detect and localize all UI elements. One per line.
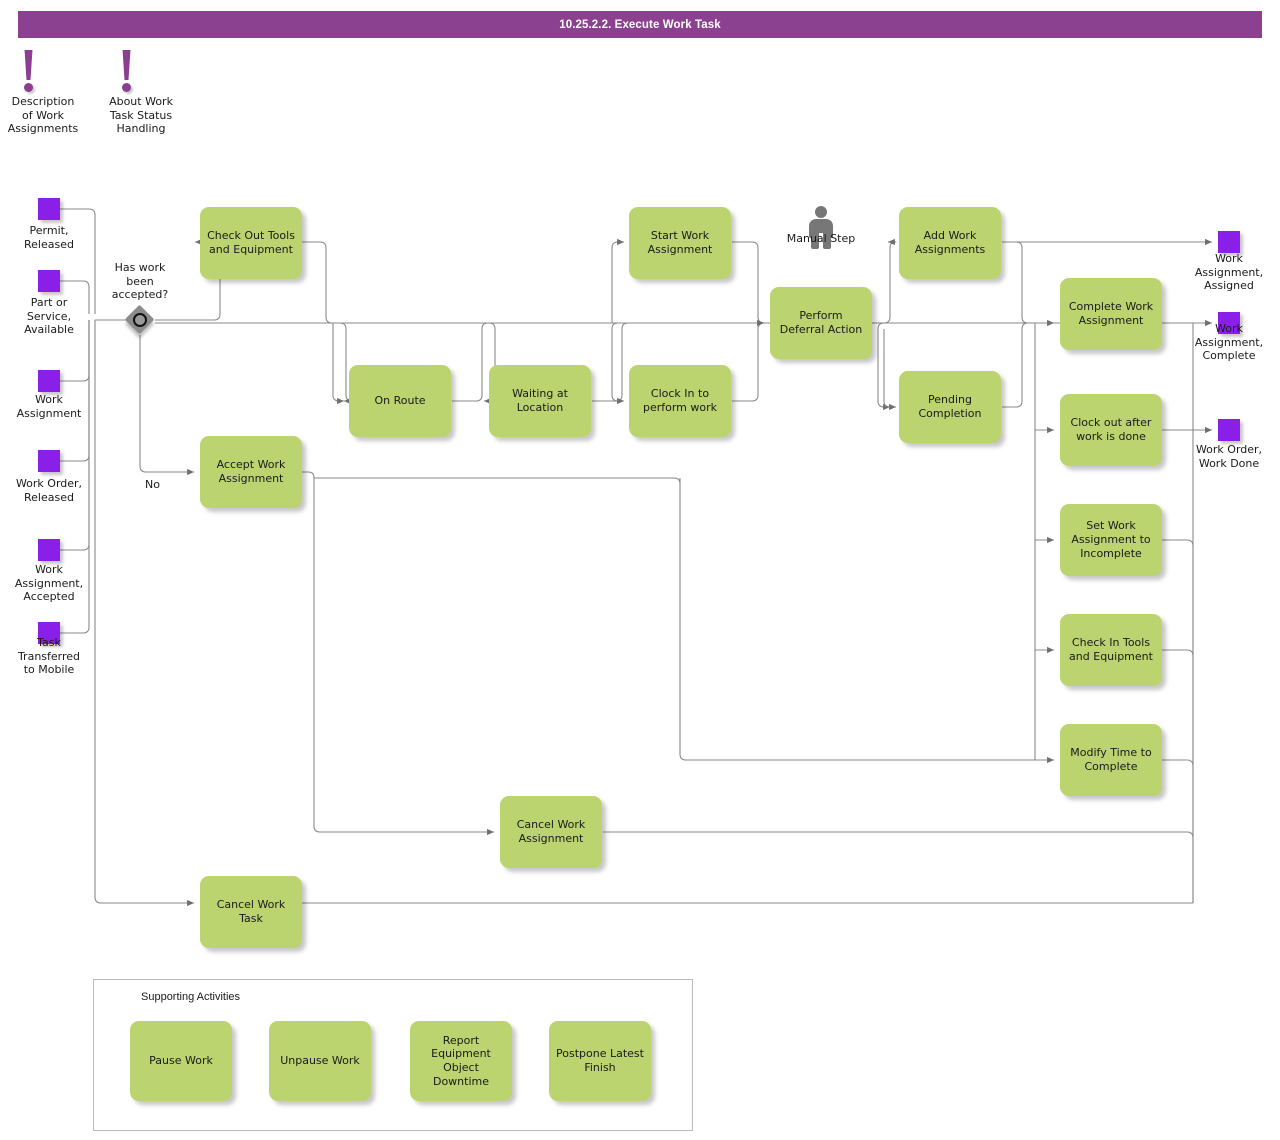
task-check-in-tools-and-equipment[interactable]: Check In Tools and Equipment [1060, 614, 1162, 686]
task-add-work-assignments[interactable]: Add Work Assignments [899, 207, 1001, 279]
task-set-work-assignment-to-incomplete[interactable]: Set Work Assignment to Incomplete [1060, 504, 1162, 576]
start-event-label: Permit, Released [24, 224, 74, 251]
end-event-label: Work Order, Work Done [1195, 443, 1263, 470]
end-event-label: Work Assignment, Complete [1194, 322, 1264, 363]
task-pending-completion[interactable]: Pending Completion [899, 371, 1001, 443]
exclamation-dot-icon [122, 83, 131, 92]
start-event-label: Work Order, Released [15, 477, 83, 504]
task-unpause-work[interactable]: Unpause Work [269, 1021, 371, 1101]
task-modify-time-to-complete[interactable]: Modify Time to Complete [1060, 724, 1162, 796]
task-on-route[interactable]: On Route [349, 365, 451, 437]
start-event-label: Part or Service, Available [24, 296, 74, 337]
gateway-label: Has work been accepted? [111, 261, 169, 302]
end-event-work-order-work-done[interactable] [1218, 419, 1240, 441]
start-event-work-assignment[interactable] [38, 370, 60, 392]
gateway-event-circle-icon [133, 313, 147, 327]
start-event-work-order-released[interactable] [38, 450, 60, 472]
annotation-label: About Work Task Status Handling [109, 95, 173, 136]
task-cancel-work-assignment[interactable]: Cancel Work Assignment [500, 796, 602, 868]
manual-step-label: Manual Step [786, 232, 856, 245]
task-check-out-tools-and-equipment[interactable]: Check Out Tools and Equipment [200, 207, 302, 279]
start-event-permit-released[interactable] [38, 198, 60, 220]
end-event-label: Work Assignment, Assigned [1194, 252, 1264, 293]
task-pause-work[interactable]: Pause Work [130, 1021, 232, 1101]
page-title: 10.25.2.2. Execute Work Task [559, 18, 721, 31]
supporting-activities-title: Supporting Activities [141, 991, 241, 1003]
start-event-label: Task Transferred to Mobile [17, 636, 81, 677]
task-start-work-assignment[interactable]: Start Work Assignment [629, 207, 731, 279]
task-complete-work-assignment[interactable]: Complete Work Assignment [1060, 278, 1162, 350]
exclamation-dot-icon [24, 83, 33, 92]
task-clock-out-after-work-is-done[interactable]: Clock out after work is done [1060, 394, 1162, 466]
task-perform-deferral-action[interactable]: Perform Deferral Action [770, 287, 872, 359]
task-waiting-at-location[interactable]: Waiting at Location [489, 365, 591, 437]
exclamation-icon [24, 50, 33, 80]
diagram-title-bar: 10.25.2.2. Execute Work Task [18, 11, 1262, 38]
task-cancel-work-task[interactable]: Cancel Work Task [200, 876, 302, 948]
end-event-work-assignment-assigned[interactable] [1218, 231, 1240, 253]
task-postpone-latest-finish[interactable]: Postpone Latest Finish [549, 1021, 651, 1101]
person-icon [815, 206, 827, 218]
start-event-part-or-service-available[interactable] [38, 270, 60, 292]
task-clock-in-to-perform-work[interactable]: Clock In to perform work [629, 365, 731, 437]
diagram-canvas: 10.25.2.2. Execute Work Task Description… [0, 0, 1280, 1140]
gateway-has-work-been-accepted[interactable] [124, 304, 155, 335]
flow-label-no: No [145, 478, 160, 491]
start-event-label: Work Assignment, Accepted [14, 563, 84, 604]
task-accept-work-assignment[interactable]: Accept Work Assignment [200, 436, 302, 508]
task-report-equipment-object-downtime[interactable]: Report Equipment Object Downtime [410, 1021, 512, 1101]
start-event-work-assignment-accepted[interactable] [38, 539, 60, 561]
annotation-label: Description of Work Assignments [7, 95, 79, 136]
exclamation-icon [122, 50, 131, 80]
start-event-label: Work Assignment [16, 393, 82, 420]
